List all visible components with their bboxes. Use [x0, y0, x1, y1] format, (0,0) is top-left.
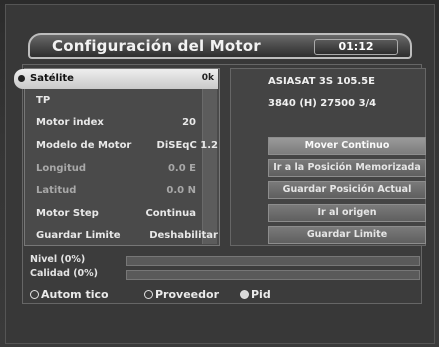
goto-origin-button[interactable]: Ir al origen — [268, 204, 426, 222]
radio-filled-icon — [240, 290, 249, 299]
menu-item-label: Motor index — [36, 117, 104, 128]
page-title: Configuración del Motor — [52, 37, 261, 55]
clock-display: 01:12 — [314, 39, 398, 55]
menu-item-label: Modelo de Motor — [36, 140, 132, 151]
save-limit-button[interactable]: Guardar Limite — [268, 226, 426, 244]
menu-item-label: Guardar Limite — [36, 230, 121, 241]
legend-provider[interactable]: Proveedor — [144, 288, 219, 301]
menu-item-value: 0.0 E — [167, 163, 196, 174]
menu-item-label: Longitud — [36, 163, 87, 174]
menu-item-latitude[interactable]: Latitud 0.0 N — [26, 181, 220, 201]
title-bar: Configuración del Motor 01:12 — [28, 33, 412, 59]
menu-item-value: DiSEqC 1.2 — [156, 140, 218, 151]
signal-quality-label: Calidad (0%) — [30, 268, 99, 279]
signal-level-bar — [126, 256, 420, 266]
menu-item-label: TP — [36, 95, 51, 106]
menu-item-save-limit[interactable]: Guardar Limite Deshabilitar — [26, 226, 220, 246]
menu-item-tp[interactable]: TP — [26, 91, 220, 111]
selection-bullet-icon — [18, 75, 25, 82]
menu-item-motor-model[interactable]: Modelo de Motor DiSEqC 1.2 — [26, 136, 220, 156]
save-current-position-button[interactable]: Guardar Posición Actual — [268, 181, 426, 199]
menu-item-value: 0.0 N — [166, 185, 196, 196]
legend-auto[interactable]: Autom tico — [30, 288, 109, 301]
radio-empty-icon — [144, 290, 153, 299]
menu-item-label: Latitud — [36, 185, 77, 196]
menu-item-motor-step[interactable]: Motor Step Continua — [26, 204, 220, 224]
legend-pid[interactable]: Pid — [240, 288, 271, 301]
signal-level-label: Nivel (0%) — [30, 254, 86, 265]
legend-pid-label: Pid — [251, 288, 271, 301]
legend-provider-label: Proveedor — [155, 288, 219, 301]
transponder-info: 3840 (H) 27500 3/4 — [268, 98, 377, 109]
goto-stored-position-button[interactable]: Ir a la Posición Memorizada — [268, 159, 426, 177]
menu-item-motor-index[interactable]: Motor index 20 — [26, 113, 220, 133]
menu-item-value: 0k — [201, 73, 214, 83]
menu-item-value: Continua — [145, 208, 196, 219]
menu-item-label: Satélite — [30, 73, 74, 84]
radio-empty-icon — [30, 290, 39, 299]
move-continuous-button[interactable]: Mover Continuo — [268, 137, 426, 155]
menu-item-value: 20 — [182, 117, 196, 128]
signal-quality-bar — [126, 270, 420, 280]
legend-auto-label: Autom tico — [41, 288, 109, 301]
satellite-info: ASIASAT 3S 105.5E — [268, 76, 375, 87]
menu-item-longitude[interactable]: Longitud 0.0 E — [26, 159, 220, 179]
menu-item-satellite[interactable]: Satélite 0k — [14, 69, 218, 89]
menu-item-value: Deshabilitar — [149, 230, 218, 241]
menu-item-label: Motor Step — [36, 208, 99, 219]
